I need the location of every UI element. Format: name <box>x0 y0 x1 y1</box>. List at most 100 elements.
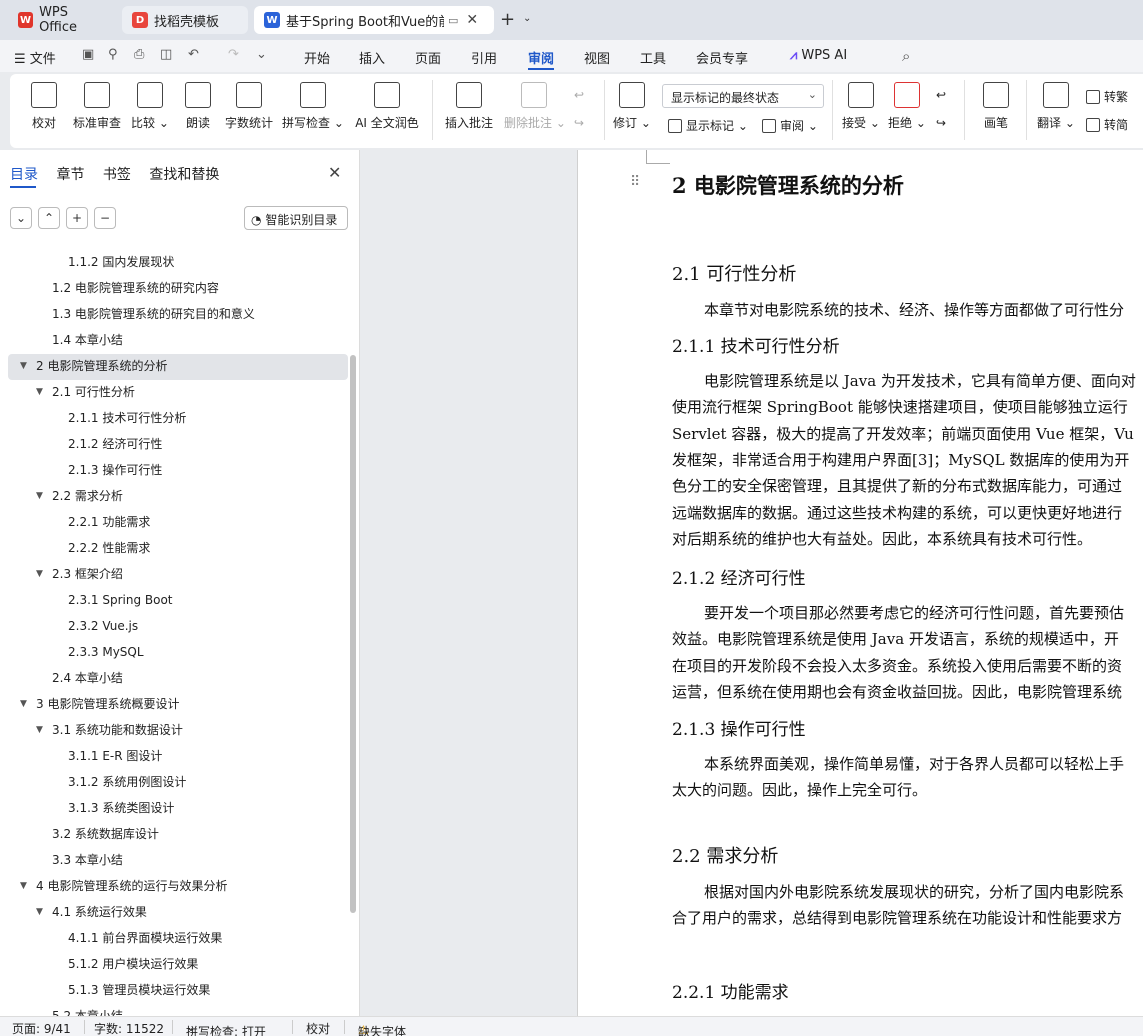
file-menu[interactable]: ☰ 文件 <box>14 48 56 67</box>
toc-item[interactable]: 1.3 电影院管理系统的研究目的和意义 <box>8 302 348 328</box>
word-count-button[interactable]: 字数统计 <box>222 82 276 131</box>
menu-item-references[interactable]: 引用 <box>471 48 497 67</box>
toc-item[interactable]: ▼ 2.3 框架介绍 <box>8 562 348 588</box>
tab-wps-office[interactable]: W WPS Office <box>8 5 116 35</box>
expand-triangle-icon[interactable]: ▼ <box>36 718 43 742</box>
track-changes-button[interactable]: 修订 ⌄ <box>612 82 652 131</box>
print-preview-icon[interactable]: ◫ <box>160 47 176 63</box>
toc-item[interactable]: 2.3.1 Spring Boot <box>8 588 348 614</box>
tab-docer-templates[interactable]: D 找稻壳模板 <box>122 6 248 34</box>
toc-item[interactable]: ▼ 2.2 需求分析 <box>8 484 348 510</box>
next-change-icon[interactable]: ↪ <box>936 116 946 130</box>
toc-item[interactable]: 3.3 本章小结 <box>8 848 348 874</box>
expand-triangle-icon[interactable]: ▼ <box>20 874 27 898</box>
translate-button[interactable]: 翻译 ⌄ <box>1036 82 1076 131</box>
expand-triangle-icon[interactable]: ▼ <box>36 380 43 404</box>
toc-item[interactable]: 2.1.3 操作可行性 <box>8 458 348 484</box>
to-simplified-button[interactable]: 转简 <box>1086 116 1128 133</box>
toc-item[interactable]: 2.3.3 MySQL <box>8 640 348 666</box>
menu-item-tools[interactable]: 工具 <box>640 48 666 67</box>
toc-item[interactable]: 2.1.1 技术可行性分析 <box>8 406 348 432</box>
toc-item[interactable]: 2.2.1 功能需求 <box>8 510 348 536</box>
accept-button[interactable]: 接受 ⌄ <box>842 82 880 131</box>
save-icon[interactable]: ▣ <box>82 47 98 63</box>
nav-tab-chapters[interactable]: 章节 <box>56 167 84 183</box>
compare-button[interactable]: 比较 ⌄ <box>130 82 170 131</box>
drag-handle-icon[interactable]: ⠿ <box>630 174 640 190</box>
delete-comment-button[interactable]: 删除批注 ⌄ <box>504 82 566 131</box>
word-count[interactable]: 字数: 11522 <box>94 1020 164 1036</box>
spell-check-button[interactable]: 拼写检查 ⌄ <box>282 82 344 131</box>
share-icon[interactable]: ⚲ <box>108 47 124 63</box>
previous-change-icon[interactable]: ↩ <box>936 88 946 102</box>
expand-triangle-icon[interactable]: ▼ <box>36 900 43 924</box>
toc-item[interactable]: 5.1.3 管理员模块运行效果 <box>8 978 348 1004</box>
ai-polish-button[interactable]: AI 全文润色 <box>350 82 424 131</box>
toc-item[interactable]: 3.1.3 系统类图设计 <box>8 796 348 822</box>
menu-item-page[interactable]: 页面 <box>415 48 441 67</box>
reject-button[interactable]: 拒绝 ⌄ <box>888 82 926 131</box>
remove-heading-button[interactable]: − <box>94 207 116 229</box>
wps-ai-button[interactable]: ⩘ WPS AI <box>790 48 847 63</box>
toc-item[interactable]: 1.1.2 国内发展现状 <box>8 250 348 276</box>
expand-triangle-icon[interactable]: ▼ <box>20 354 27 378</box>
search-icon[interactable]: ⌕ <box>902 47 918 65</box>
review-pane-button[interactable]: 审阅 ⌄ <box>762 117 818 134</box>
previous-comment-icon[interactable]: ↩ <box>574 88 584 102</box>
ai-toc-button[interactable]: ◔ 智能识别目录 <box>244 206 348 230</box>
nav-tab-bookmarks[interactable]: 书签 <box>103 167 131 183</box>
show-markup-button[interactable]: 显示标记 ⌄ <box>668 117 748 134</box>
toc-item[interactable]: 2.3.2 Vue.js <box>8 614 348 640</box>
toc-item[interactable]: ▼ 4 电影院管理系统的运行与效果分析 <box>8 874 348 900</box>
proofread-status[interactable]: 校对 <box>306 1020 330 1036</box>
next-comment-icon[interactable]: ↪ <box>574 116 584 130</box>
toc-item[interactable]: 4.1.1 前台界面模块运行效果 <box>8 926 348 952</box>
print-icon[interactable]: ⎙ <box>134 47 150 63</box>
collapse-all-button[interactable]: ⌄ <box>10 207 32 229</box>
close-tab-icon[interactable]: ✕ <box>466 12 478 28</box>
toc-scrollbar[interactable] <box>350 355 356 913</box>
to-traditional-button[interactable]: 转繁 <box>1086 88 1128 105</box>
nav-tab-toc[interactable]: 目录 <box>10 167 38 183</box>
toc-item[interactable]: 2.4 本章小结 <box>8 666 348 692</box>
menu-item-insert[interactable]: 插入 <box>359 48 385 67</box>
standard-review-button[interactable]: 标准审查 <box>70 82 124 131</box>
toc-item[interactable]: 3.1.2 系统用例图设计 <box>8 770 348 796</box>
toc-item[interactable]: 5.1.2 用户模块运行效果 <box>8 952 348 978</box>
expand-up-button[interactable]: ⌃ <box>38 207 60 229</box>
pen-button[interactable]: 画笔 <box>976 82 1016 131</box>
new-tab-button[interactable]: + <box>500 9 515 30</box>
toc-item[interactable]: ▼ 3 电影院管理系统概要设计 <box>8 692 348 718</box>
toc-item[interactable]: 2.2.2 性能需求 <box>8 536 348 562</box>
expand-triangle-icon[interactable]: ▼ <box>36 484 43 508</box>
menu-item-member[interactable]: 会员专享 <box>696 48 748 67</box>
toc-item[interactable]: 2.1.2 经济可行性 <box>8 432 348 458</box>
proofread-button[interactable]: 校对 <box>24 82 64 131</box>
add-heading-button[interactable]: + <box>66 207 88 229</box>
toc-item[interactable]: 3.2 系统数据库设计 <box>8 822 348 848</box>
menu-item-start[interactable]: 开始 <box>304 48 330 67</box>
toc-item[interactable]: 3.1.1 E-R 图设计 <box>8 744 348 770</box>
tab-document[interactable]: W 基于Spring Boot和Vue的前端 ▭ ✕ <box>254 6 494 34</box>
read-aloud-button[interactable]: 朗读 <box>178 82 218 131</box>
menu-item-view[interactable]: 视图 <box>584 48 610 67</box>
toc-item[interactable]: ▼ 2.1 可行性分析 <box>8 380 348 406</box>
expand-triangle-icon[interactable]: ▼ <box>20 692 27 716</box>
page-indicator[interactable]: 页面: 9/41 <box>12 1020 71 1036</box>
expand-triangle-icon[interactable]: ▼ <box>36 562 43 586</box>
monitor-icon[interactable]: ▭ <box>448 14 458 27</box>
menu-item-review[interactable]: 审阅 <box>528 48 554 67</box>
toc-item[interactable]: ▼ 4.1 系统运行效果 <box>8 900 348 926</box>
more-chevron-icon[interactable]: ⌄ <box>256 47 272 63</box>
toc-item[interactable]: ▼ 3.1 系统功能和数据设计 <box>8 718 348 744</box>
nav-tab-find-replace[interactable]: 查找和替换 <box>149 167 219 183</box>
spell-check-status[interactable]: 拼写检查: 打开 ⌄ <box>186 1020 266 1036</box>
chevron-down-icon[interactable]: ⌄ <box>523 13 531 24</box>
toc-item[interactable]: ▼ 2 电影院管理系统的分析 <box>8 354 348 380</box>
markup-mode-select[interactable]: 显示标记的最终状态 ⌄ <box>662 84 824 108</box>
undo-icon[interactable]: ↶ <box>188 47 204 63</box>
redo-icon[interactable]: ↷ <box>228 47 244 63</box>
insert-comment-button[interactable]: 插入批注 <box>442 82 496 131</box>
close-icon[interactable]: ✕ <box>328 163 341 182</box>
toc-item[interactable]: 1.2 电影院管理系统的研究内容 <box>8 276 348 302</box>
